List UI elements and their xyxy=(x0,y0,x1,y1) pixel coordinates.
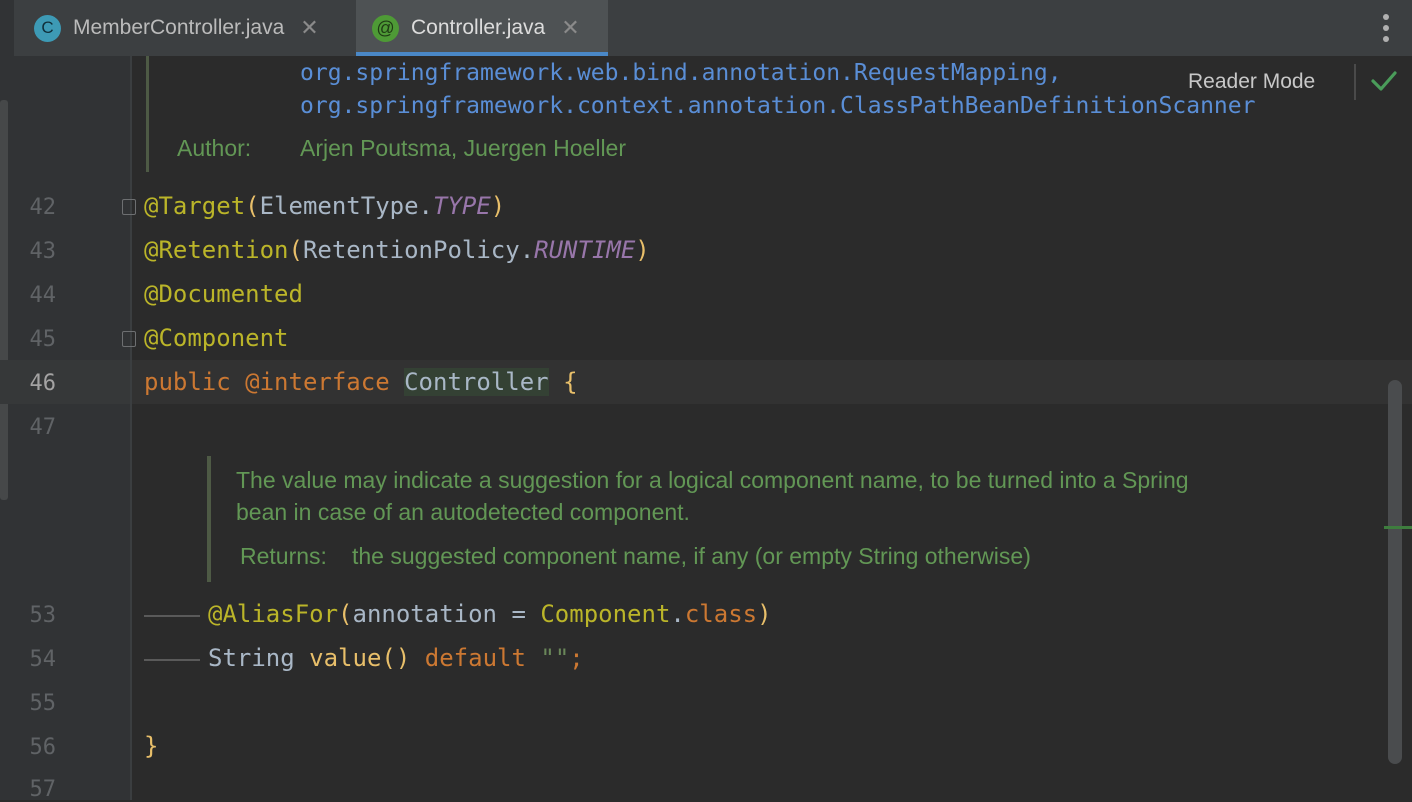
class-token: ElementType. xyxy=(259,192,433,220)
code-line-46[interactable]: public @interface Controller { xyxy=(144,368,578,396)
gutter-divider xyxy=(130,56,132,800)
tab-bar-left-strip xyxy=(0,0,14,56)
close-icon[interactable]: ✕ xyxy=(300,15,318,41)
keyword-token: default xyxy=(424,644,526,672)
line-number: 44 xyxy=(29,283,57,308)
close-icon[interactable]: ✕ xyxy=(561,15,579,41)
doc-comment-bar xyxy=(207,456,211,582)
keyword-token: @interface xyxy=(245,368,390,396)
paren-token: ) xyxy=(490,192,506,220)
fold-marker-icon[interactable] xyxy=(122,199,136,215)
doc-text: bean in case of an autodetected componen… xyxy=(236,499,690,525)
line-number: 55 xyxy=(29,691,57,716)
string-token: "" xyxy=(540,644,570,672)
paren-token: ) xyxy=(635,236,650,264)
paren-token: ) xyxy=(757,600,772,628)
doc-reference-link[interactable]: org.springframework.web.bind.annotation.… xyxy=(300,60,1062,86)
class-icon: C xyxy=(34,14,61,42)
code-line-56[interactable]: } xyxy=(144,732,158,760)
paren-token: ( xyxy=(288,236,303,264)
code-line-53[interactable]: @AliasFor(annotation = Component.class) xyxy=(208,600,772,628)
doc-text: The value may indicate a suggestion for … xyxy=(236,467,1189,493)
keyword-token: class xyxy=(684,600,758,628)
doc-comment-bar xyxy=(146,56,149,172)
tab-label: Controller.java xyxy=(411,16,546,39)
code-editor[interactable] xyxy=(132,56,1412,800)
error-stripe-marker[interactable] xyxy=(1384,526,1412,529)
line-number-current: 46 xyxy=(29,371,57,396)
code-line-54[interactable]: String value() default ""; xyxy=(208,644,584,672)
constant-token: RUNTIME xyxy=(534,236,636,264)
line-number: 56 xyxy=(29,735,57,760)
doc-reference-link[interactable]: org.springframework.context.annotation.C… xyxy=(300,93,1255,119)
doc-author-value: Arjen Poutsma, Juergen Hoeller xyxy=(300,135,626,161)
code-line-43[interactable]: @Retention(RetentionPolicy.RUNTIME) xyxy=(144,236,650,264)
tab-label: MemberController.java xyxy=(73,16,285,39)
paren-token: () xyxy=(381,644,411,672)
code-line-42[interactable]: @Target(ElementType.TYPE) xyxy=(144,192,505,220)
doc-returns-label: Returns: xyxy=(240,543,327,569)
more-options-icon[interactable] xyxy=(1376,14,1396,42)
operator-token: = xyxy=(497,600,541,628)
identifier-token: Controller xyxy=(404,368,549,396)
semicolon-token: ; xyxy=(569,644,584,672)
reader-mode-button[interactable]: Reader Mode xyxy=(1188,70,1315,94)
annotation-token: @AliasFor xyxy=(208,600,339,628)
separator xyxy=(1354,64,1356,100)
annotation-token: @Target xyxy=(144,192,246,220)
doc-returns-value: the suggested component name, if any (or… xyxy=(352,543,1031,569)
brace-token: } xyxy=(144,732,159,760)
brace-token: { xyxy=(563,368,578,396)
annotation-icon: @ xyxy=(372,14,399,42)
indent-guide xyxy=(144,615,200,617)
line-number: 45 xyxy=(29,327,57,352)
param-token: annotation xyxy=(352,600,498,628)
tab-controller[interactable]: @ Controller.java ✕ xyxy=(356,0,608,56)
constant-token: TYPE xyxy=(433,192,491,220)
class-token: RetentionPolicy. xyxy=(302,236,535,264)
annotation-token: @Component xyxy=(144,324,289,352)
code-line-45[interactable]: @Component xyxy=(144,324,289,352)
paren-token: ( xyxy=(245,192,260,220)
class-token: Component xyxy=(540,600,671,628)
line-number: 57 xyxy=(29,777,57,802)
tab-bar: C MemberController.java ✕ @ Controller.j… xyxy=(0,0,1412,56)
annotation-token: @Documented xyxy=(144,280,303,308)
keyword-token: public xyxy=(144,368,231,396)
code-line-44[interactable]: @Documented xyxy=(144,280,303,308)
line-number: 43 xyxy=(29,239,57,264)
type-token: String xyxy=(208,644,295,672)
doc-author-label: Author: xyxy=(177,135,252,161)
line-number: 54 xyxy=(29,647,57,672)
check-icon[interactable] xyxy=(1370,68,1398,94)
vertical-scrollbar[interactable] xyxy=(1388,380,1402,764)
indent-guide xyxy=(144,659,200,661)
tab-member-controller[interactable]: C MemberController.java ✕ xyxy=(34,0,352,56)
method-token: value xyxy=(309,644,382,672)
line-number: 47 xyxy=(29,415,57,440)
line-number: 53 xyxy=(29,603,57,628)
fold-marker-icon[interactable] xyxy=(122,331,136,347)
paren-token: ( xyxy=(338,600,353,628)
annotation-token: @Retention xyxy=(144,236,289,264)
dot-token: . xyxy=(670,600,685,628)
line-number: 42 xyxy=(29,195,57,220)
